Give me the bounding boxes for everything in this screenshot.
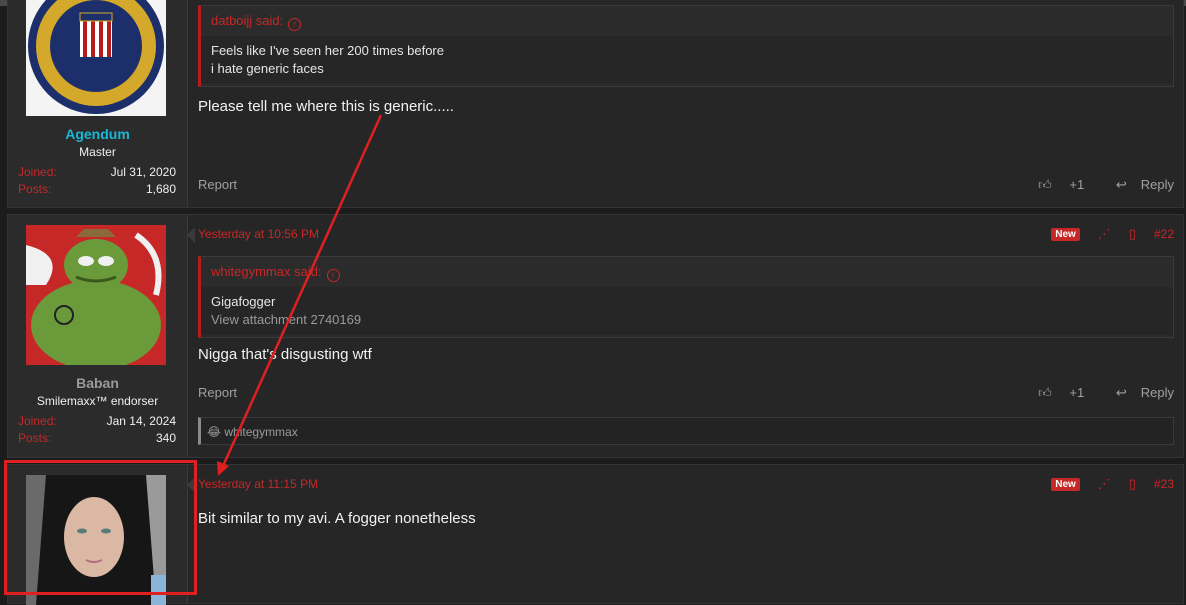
annotation-arrow	[217, 114, 383, 476]
